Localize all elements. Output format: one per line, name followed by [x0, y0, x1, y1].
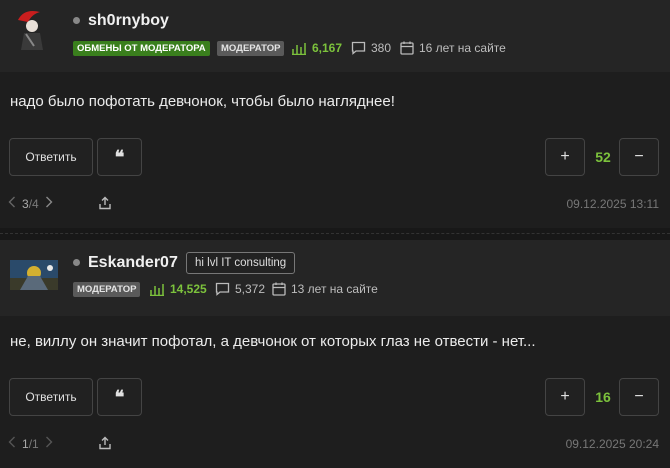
quote-button[interactable]: ❝: [97, 138, 142, 176]
vote-count: 16: [595, 389, 611, 405]
vote-down-button[interactable]: −: [619, 138, 659, 176]
membership-value: 13 лет на сайте: [291, 282, 378, 296]
post: Eskander07 hi lvl IT consulting МОДЕРАТО…: [0, 240, 670, 468]
chevron-right-icon[interactable]: [45, 436, 53, 451]
post-date[interactable]: 09.12.2025 20:24: [566, 437, 659, 451]
online-status-dot: [73, 259, 80, 266]
membership-value: 16 лет на сайте: [419, 41, 506, 55]
quote-button[interactable]: ❝: [97, 378, 142, 416]
page-current: 3: [22, 196, 29, 211]
post-header: Eskander07 hi lvl IT consulting МОДЕРАТО…: [0, 240, 670, 316]
messages-value: 5,372: [235, 282, 266, 296]
chat-bubble-icon: [215, 282, 230, 296]
reply-button[interactable]: Ответить: [9, 138, 93, 176]
badge-moderator: МОДЕРАТОР: [73, 282, 141, 297]
chevron-right-icon[interactable]: [45, 196, 53, 211]
username[interactable]: sh0rnyboy: [88, 12, 169, 30]
reputation-stat: 14,525: [149, 282, 207, 296]
post-pagination: 3/4: [8, 196, 53, 211]
share-icon[interactable]: [98, 436, 112, 455]
custom-user-title: hi lvl IT consulting: [186, 252, 296, 274]
vote-count: 52: [595, 149, 611, 165]
post-separator: [0, 228, 670, 240]
post-header: sh0rnyboy ОБМЕНЫ ОТ МОДЕРАТОРА МОДЕРАТОР…: [0, 0, 670, 72]
calendar-icon: [400, 41, 414, 55]
vote-down-button[interactable]: −: [619, 378, 659, 416]
messages-stat: 5,372: [215, 282, 265, 296]
membership-stat: 13 лет на сайте: [272, 282, 378, 296]
page-current: 1: [22, 436, 29, 451]
share-icon[interactable]: [98, 196, 112, 215]
post-text: надо было пофотать девчонок, чтобы было …: [10, 93, 395, 110]
messages-stat: 380: [351, 41, 391, 55]
username[interactable]: Eskander07: [88, 254, 178, 272]
page-total: 1: [32, 436, 39, 451]
chevron-left-icon[interactable]: [8, 436, 16, 451]
bar-chart-icon: [291, 41, 307, 55]
avatar[interactable]: [10, 6, 54, 54]
reputation-stat: 6,167: [291, 41, 342, 55]
badge-moderator: МОДЕРАТОР: [217, 41, 285, 56]
post-date[interactable]: 09.12.2025 13:11: [566, 197, 659, 211]
bar-chart-icon: [149, 282, 165, 296]
membership-stat: 16 лет на сайте: [400, 41, 506, 55]
post: sh0rnyboy ОБМЕНЫ ОТ МОДЕРАТОРА МОДЕРАТОР…: [0, 0, 670, 228]
badge-exchange-moderator: ОБМЕНЫ ОТ МОДЕРАТОРА: [73, 41, 210, 56]
post-text: не, виллу он значит пофотал, а девчонок …: [10, 333, 536, 350]
chat-bubble-icon: [351, 41, 366, 55]
calendar-icon: [272, 282, 286, 296]
page-total: 4: [32, 196, 39, 211]
vote-up-button[interactable]: +: [545, 378, 585, 416]
reputation-value: 6,167: [312, 41, 343, 55]
reply-button[interactable]: Ответить: [9, 378, 93, 416]
messages-value: 380: [371, 41, 392, 55]
reputation-value: 14,525: [170, 282, 207, 296]
online-status-dot: [73, 17, 80, 24]
avatar[interactable]: [10, 260, 58, 290]
post-pagination: 1/1: [8, 436, 53, 451]
vote-up-button[interactable]: +: [545, 138, 585, 176]
chevron-left-icon[interactable]: [8, 196, 16, 211]
